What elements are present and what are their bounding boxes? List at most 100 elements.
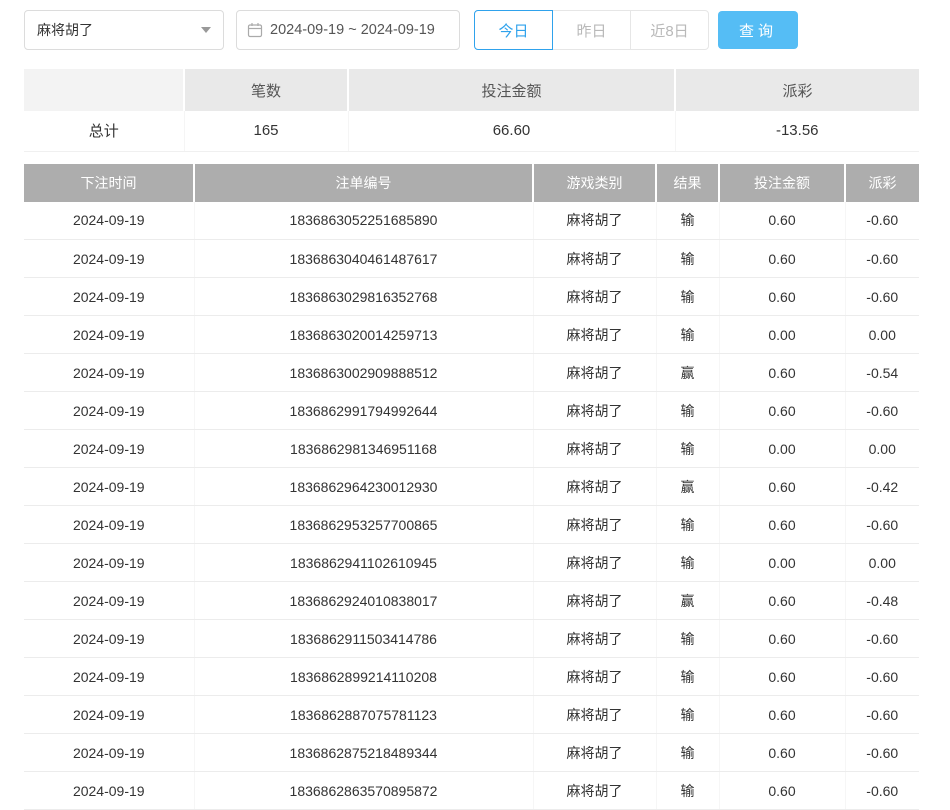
table-row: 2024-09-191836862899214110208麻将胡了输0.60-0… [24, 658, 919, 696]
chevron-down-icon [201, 27, 211, 33]
cell-bet-time: 2024-09-19 [24, 544, 194, 582]
cell-bet-time: 2024-09-19 [24, 620, 194, 658]
cell-payout: -0.60 [845, 506, 919, 544]
table-row: 2024-09-191836862875218489344麻将胡了输0.60-0… [24, 734, 919, 772]
cell-result: 输 [656, 620, 719, 658]
cell-result: 赢 [656, 468, 719, 506]
cell-bet-amount: 0.60 [719, 240, 845, 278]
header-payout: 派彩 [845, 164, 919, 202]
cell-bet-time: 2024-09-19 [24, 392, 194, 430]
records-header-row: 下注时间 注单编号 游戏类别 结果 投注金额 派彩 [24, 164, 919, 202]
cell-result: 输 [656, 316, 719, 354]
cell-result: 输 [656, 772, 719, 810]
cell-payout: -0.48 [845, 582, 919, 620]
cell-bet-time: 2024-09-19 [24, 240, 194, 278]
cell-result: 输 [656, 202, 719, 240]
cell-result: 输 [656, 506, 719, 544]
cell-bet-time: 2024-09-19 [24, 658, 194, 696]
cell-bet-id: 1836863002909888512 [194, 354, 533, 392]
cell-bet-amount: 0.60 [719, 772, 845, 810]
table-row: 2024-09-191836863040461487617麻将胡了输0.60-0… [24, 240, 919, 278]
cell-payout: 0.00 [845, 544, 919, 582]
cell-payout: -0.54 [845, 354, 919, 392]
cell-game-type: 麻将胡了 [533, 202, 656, 240]
cell-result: 输 [656, 734, 719, 772]
cell-result: 输 [656, 278, 719, 316]
cell-game-type: 麻将胡了 [533, 506, 656, 544]
header-result: 结果 [656, 164, 719, 202]
summary-total-payout: -13.56 [675, 111, 919, 151]
cell-bet-amount: 0.60 [719, 734, 845, 772]
game-select-value: 麻将胡了 [37, 20, 93, 40]
cell-game-type: 麻将胡了 [533, 544, 656, 582]
summary-total-label: 总计 [24, 111, 184, 151]
cell-bet-amount: 0.60 [719, 582, 845, 620]
cell-bet-amount: 0.60 [719, 696, 845, 734]
cell-payout: 0.00 [845, 430, 919, 468]
cell-result: 输 [656, 696, 719, 734]
cell-bet-amount: 0.60 [719, 620, 845, 658]
cell-payout: -0.60 [845, 658, 919, 696]
cell-bet-amount: 0.00 [719, 316, 845, 354]
cell-bet-time: 2024-09-19 [24, 202, 194, 240]
cell-payout: -0.60 [845, 620, 919, 658]
cell-bet-id: 1836862911503414786 [194, 620, 533, 658]
last-8-days-button[interactable]: 近8日 [630, 10, 709, 50]
cell-payout: -0.60 [845, 392, 919, 430]
cell-bet-amount: 0.60 [719, 278, 845, 316]
cell-result: 输 [656, 658, 719, 696]
yesterday-button[interactable]: 昨日 [552, 10, 631, 50]
cell-bet-time: 2024-09-19 [24, 734, 194, 772]
summary-total-bet-amount: 66.60 [348, 111, 675, 151]
table-row: 2024-09-191836862863570895872麻将胡了输0.60-0… [24, 772, 919, 810]
table-row: 2024-09-191836862911503414786麻将胡了输0.60-0… [24, 620, 919, 658]
cell-bet-amount: 0.00 [719, 430, 845, 468]
cell-bet-id: 1836863020014259713 [194, 316, 533, 354]
cell-bet-id: 1836862875218489344 [194, 734, 533, 772]
cell-bet-id: 1836862991794992644 [194, 392, 533, 430]
cell-game-type: 麻将胡了 [533, 620, 656, 658]
cell-bet-time: 2024-09-19 [24, 582, 194, 620]
query-button[interactable]: 查询 [718, 11, 798, 49]
cell-bet-id: 1836863029816352768 [194, 278, 533, 316]
table-row: 2024-09-191836862981346951168麻将胡了输0.000.… [24, 430, 919, 468]
date-range-input[interactable]: 2024-09-19 ~ 2024-09-19 [236, 10, 460, 50]
cell-game-type: 麻将胡了 [533, 392, 656, 430]
cell-payout: -0.60 [845, 202, 919, 240]
game-select[interactable]: 麻将胡了 [24, 10, 224, 50]
cell-game-type: 麻将胡了 [533, 696, 656, 734]
cell-game-type: 麻将胡了 [533, 316, 656, 354]
cell-bet-time: 2024-09-19 [24, 506, 194, 544]
cell-payout: -0.42 [845, 468, 919, 506]
quick-range-group: 今日 昨日 近8日 [474, 10, 709, 50]
cell-result: 输 [656, 392, 719, 430]
summary-corner-cell [24, 69, 184, 111]
summary-header-row: 笔数 投注金额 派彩 [24, 69, 919, 111]
cell-bet-amount: 0.00 [719, 544, 845, 582]
summary-header-count: 笔数 [184, 69, 348, 111]
cell-bet-amount: 0.60 [719, 506, 845, 544]
cell-game-type: 麻将胡了 [533, 430, 656, 468]
table-row: 2024-09-191836863020014259713麻将胡了输0.000.… [24, 316, 919, 354]
cell-game-type: 麻将胡了 [533, 240, 656, 278]
cell-payout: -0.60 [845, 240, 919, 278]
cell-bet-amount: 0.60 [719, 468, 845, 506]
cell-bet-id: 1836862981346951168 [194, 430, 533, 468]
cell-bet-amount: 0.60 [719, 202, 845, 240]
cell-result: 输 [656, 544, 719, 582]
header-bet-time: 下注时间 [24, 164, 194, 202]
cell-bet-time: 2024-09-19 [24, 316, 194, 354]
cell-bet-id: 1836862863570895872 [194, 772, 533, 810]
cell-result: 输 [656, 240, 719, 278]
records-tbody: 2024-09-191836863052251685890麻将胡了输0.60-0… [24, 202, 919, 810]
cell-game-type: 麻将胡了 [533, 734, 656, 772]
cell-bet-time: 2024-09-19 [24, 430, 194, 468]
cell-game-type: 麻将胡了 [533, 658, 656, 696]
today-button[interactable]: 今日 [474, 10, 553, 50]
table-row: 2024-09-191836862887075781123麻将胡了输0.60-0… [24, 696, 919, 734]
summary-header-payout: 派彩 [675, 69, 919, 111]
cell-result: 赢 [656, 354, 719, 392]
summary-total-row: 总计 165 66.60 -13.56 [24, 111, 919, 151]
cell-bet-time: 2024-09-19 [24, 354, 194, 392]
records-table: 下注时间 注单编号 游戏类别 结果 投注金额 派彩 2024-09-191836… [24, 164, 919, 810]
